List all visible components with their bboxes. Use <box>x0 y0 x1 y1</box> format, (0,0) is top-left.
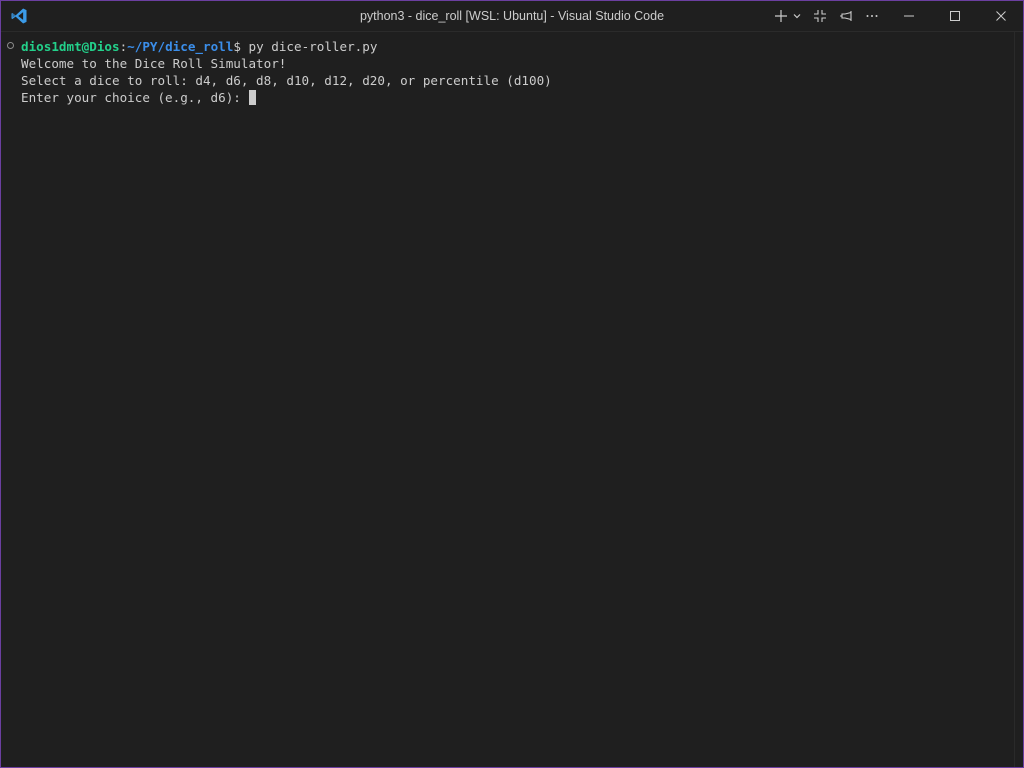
output-line-select: Select a dice to roll: d4, d6, d8, d10, … <box>21 73 552 88</box>
output-line-welcome: Welcome to the Dice Roll Simulator! <box>21 56 287 71</box>
chevron-down-icon <box>792 11 802 21</box>
pin-icon <box>839 9 853 23</box>
prompt-path: ~/PY/dice_roll <box>127 39 234 54</box>
terminal-panel[interactable]: dios1dmt@Dios:~/PY/dice_roll$ py dice-ro… <box>1 32 1023 767</box>
command-decoration-icon[interactable] <box>7 42 14 49</box>
terminal-profile-dropdown[interactable] <box>790 1 804 31</box>
new-terminal-button[interactable] <box>772 1 790 31</box>
collapse-panel-icon <box>813 9 827 23</box>
minimize-icon <box>903 10 915 22</box>
title-bar[interactable]: python3 - dice_roll [WSL: Ubuntu] - Visu… <box>1 1 1023 32</box>
maximize-icon <box>949 10 961 22</box>
prompt-dollar: $ <box>233 39 241 54</box>
prompt-line: dios1dmt@Dios:~/PY/dice_roll$ py dice-ro… <box>21 38 377 55</box>
close-icon <box>995 10 1007 22</box>
minimize-button[interactable] <box>886 1 932 31</box>
terminal-cursor <box>249 90 257 105</box>
vscode-logo-icon <box>10 7 28 25</box>
prompt-command: py dice-roller.py <box>240 39 378 54</box>
restore-panel-button[interactable] <box>811 1 829 31</box>
prompt-user-host: dios1dmt@Dios <box>21 39 120 54</box>
maximize-button[interactable] <box>932 1 978 31</box>
vscode-window: python3 - dice_roll [WSL: Ubuntu] - Visu… <box>0 0 1024 768</box>
plus-icon <box>774 9 788 23</box>
input-line[interactable]: Enter your choice (e.g., d6): <box>21 89 257 106</box>
terminal-scrollbar[interactable] <box>1014 32 1023 767</box>
pin-button[interactable] <box>837 1 855 31</box>
input-prompt-text: Enter your choice (e.g., d6): <box>21 90 249 105</box>
more-actions-button[interactable] <box>863 1 881 31</box>
ellipsis-icon <box>865 9 879 23</box>
close-button[interactable] <box>978 1 1023 31</box>
